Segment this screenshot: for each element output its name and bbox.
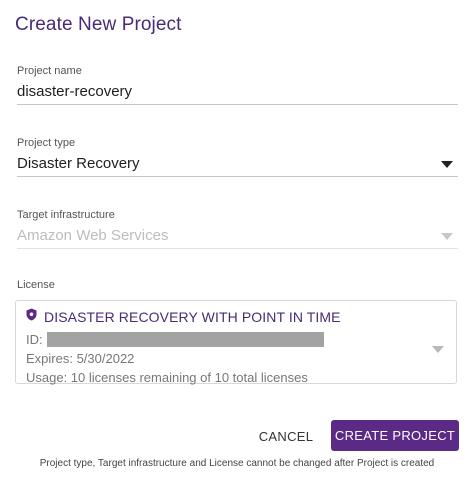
project-name-label: Project name	[17, 65, 82, 77]
create-project-button[interactable]: CREATE PROJECT	[331, 420, 459, 451]
shield-icon	[26, 308, 37, 326]
cancel-button[interactable]: CANCEL	[247, 421, 325, 451]
target-infrastructure-value: Amazon Web Services	[17, 227, 169, 244]
footer-note: Project type, Target infrastructure and …	[39, 458, 435, 469]
license-id-label: ID:	[26, 332, 43, 347]
license-expires: Expires: 5/30/2022	[26, 351, 135, 366]
chevron-down-icon	[441, 233, 453, 240]
project-name-underline	[17, 104, 458, 105]
license-name: DISASTER RECOVERY WITH POINT IN TIME	[44, 309, 341, 325]
license-name-row: DISASTER RECOVERY WITH POINT IN TIME	[26, 308, 341, 326]
target-infrastructure-label: Target infrastructure	[17, 209, 115, 221]
license-id-redacted	[47, 332, 324, 347]
project-type-label: Project type	[17, 137, 76, 149]
dialog-title: Create New Project	[15, 14, 182, 35]
project-type-value: Disaster Recovery	[17, 155, 140, 172]
chevron-down-icon	[432, 346, 444, 353]
license-select[interactable]: DISASTER RECOVERY WITH POINT IN TIME ID:…	[15, 300, 457, 385]
license-label: License	[17, 279, 55, 291]
chevron-down-icon	[441, 161, 453, 168]
license-usage: Usage: 10 licenses remaining of 10 total…	[26, 370, 308, 385]
project-name-input[interactable]: disaster-recovery	[17, 83, 132, 100]
project-type-underline	[17, 176, 458, 177]
target-infrastructure-underline	[17, 248, 458, 249]
